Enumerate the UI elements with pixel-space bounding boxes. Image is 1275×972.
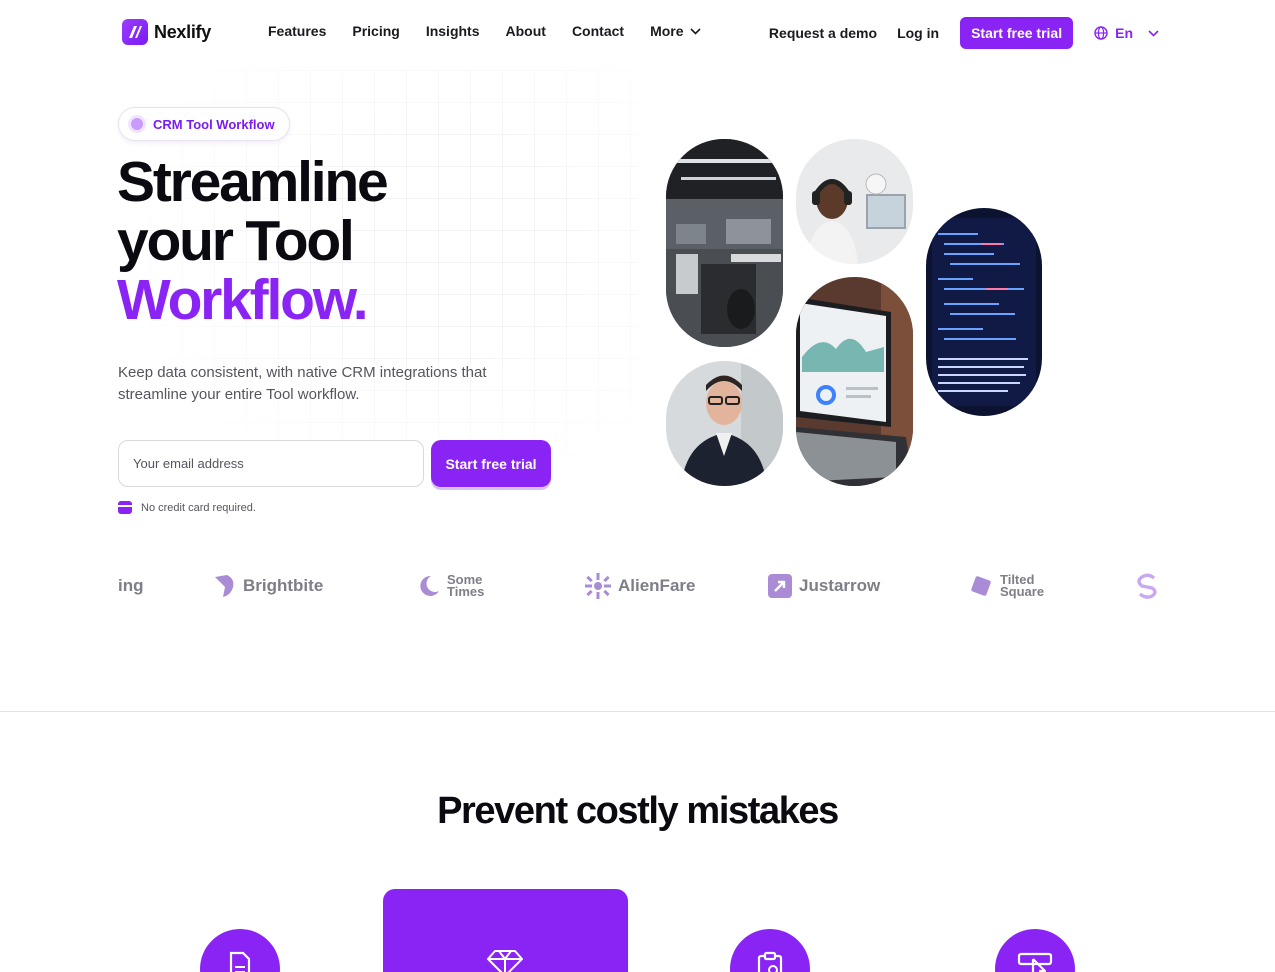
- nav-link-pricing[interactable]: Pricing: [352, 23, 399, 39]
- partial-brand-icon: [1137, 573, 1157, 599]
- chevron-down-icon: [1148, 29, 1159, 37]
- photo-podcaster: [796, 139, 913, 264]
- nav-link-features[interactable]: Features: [268, 23, 326, 39]
- login-link[interactable]: Log in: [897, 17, 939, 49]
- feature-cursor: [995, 929, 1075, 972]
- moon-icon: [420, 575, 439, 596]
- brand-sometimes: Some Times: [417, 568, 484, 604]
- tilted-square-icon: [971, 576, 991, 596]
- nav-actions: Request a demo Log in Start free trial E…: [769, 17, 1159, 49]
- main-menu: Features Pricing Insights About Contact …: [255, 23, 714, 39]
- feature-card-active[interactable]: [383, 889, 628, 972]
- no-credit-card-note: No credit card required.: [118, 501, 256, 514]
- language-label: En: [1115, 25, 1133, 41]
- feature-document: [200, 929, 280, 972]
- brightbite-label: Brightbite: [243, 576, 324, 595]
- card-icon: [118, 501, 132, 514]
- document-icon: [229, 951, 251, 972]
- hero-subtext: Keep data consistent, with native CRM in…: [118, 364, 487, 403]
- alienfare-label: AlienFare: [618, 576, 696, 595]
- chevron-down-icon: [689, 27, 701, 35]
- start-trial-button[interactable]: Start free trial: [960, 17, 1074, 49]
- photo-code-screen: [926, 208, 1042, 416]
- nav-more-dropdown[interactable]: More: [650, 23, 701, 39]
- request-demo-link[interactable]: Request a demo: [769, 17, 877, 49]
- section-divider: [0, 711, 1275, 712]
- photo-businessman: [666, 361, 783, 486]
- nav-link-insights[interactable]: Insights: [426, 23, 480, 39]
- email-input[interactable]: [118, 440, 424, 487]
- section-title: Prevent costly mistakes: [437, 790, 839, 832]
- note-text: No credit card required.: [141, 501, 256, 514]
- justarrow-icon: [768, 574, 792, 598]
- nav-more-label: More: [650, 23, 684, 39]
- language-selector[interactable]: En: [1094, 25, 1159, 41]
- nav-link-contact[interactable]: Contact: [572, 23, 624, 39]
- feature-clipboard: [730, 929, 810, 972]
- nav-link-about[interactable]: About: [506, 23, 546, 39]
- badge-label: CRM Tool Workflow: [153, 116, 275, 132]
- hero-badge: CRM Tool Workflow: [118, 107, 290, 141]
- brand-justarrow: Justarrow: [767, 568, 880, 604]
- brand-alienfare: AlienFare: [584, 568, 695, 604]
- brand-partial-left: ing: [118, 568, 144, 604]
- photo-office: [666, 139, 783, 347]
- hero-start-trial-button[interactable]: Start free trial: [431, 440, 551, 487]
- tiltedsquare-label: Tilted Square: [1000, 573, 1045, 599]
- sometimes-line-2: Times: [447, 584, 485, 599]
- logo-icon: [122, 19, 148, 45]
- headline-line-1: Streamline: [117, 150, 389, 214]
- brightbite-icon: [215, 575, 234, 597]
- hero-headline: Streamline your Tool Workflow.: [117, 150, 389, 332]
- partner-logos: ing Brightbite Some Times AlienFare Just…: [118, 568, 1158, 608]
- clipboard-icon: [757, 951, 783, 972]
- diamond-icon: [487, 950, 523, 972]
- sometimes-label: Some Times: [447, 573, 485, 599]
- photo-laptop-analytics: [796, 277, 913, 486]
- brand-name: Nexlify: [154, 21, 211, 42]
- badge-dot: [131, 118, 143, 130]
- brand-logo[interactable]: Nexlify: [122, 19, 211, 45]
- brand-partial-label: ing: [118, 576, 144, 595]
- brand-partial-right: [1134, 568, 1158, 604]
- headline-line-2: your Tool: [117, 209, 355, 273]
- cursor-icon: [1017, 952, 1053, 972]
- headline-accent: Workflow.: [117, 268, 369, 332]
- brand-tiltedsquare: Tilted Square: [968, 568, 1044, 604]
- top-navigation: Nexlify Features Pricing Insights About …: [0, 0, 1275, 64]
- globe-icon: [1094, 26, 1108, 40]
- alienfare-icon: [585, 573, 611, 599]
- brand-brightbite: Brightbite: [213, 568, 323, 604]
- justarrow-label: Justarrow: [799, 576, 881, 595]
- tilted-line-2: Square: [1000, 584, 1045, 599]
